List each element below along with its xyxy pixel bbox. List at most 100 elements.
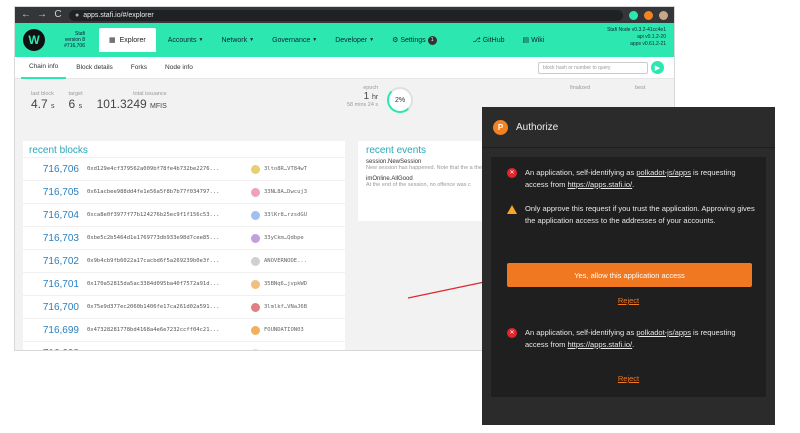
block-row[interactable]: 716,705 0x61acbee988dd4fe1e56a5f8b7b77f03… bbox=[23, 180, 345, 203]
menu-github[interactable]: ⎇ GitHub bbox=[467, 36, 511, 45]
profile-avatar[interactable] bbox=[659, 10, 668, 20]
block-author[interactable]: 3lmlkf…VNaJ6B bbox=[264, 304, 326, 310]
node-version-info: Stafi Node v0.3.2-41cc4e1 api v0.1.2-20 … bbox=[607, 27, 666, 48]
block-author[interactable]: 33NL8A…Dwcuj3 bbox=[264, 189, 326, 195]
target-unit: s bbox=[78, 103, 83, 110]
menu-wiki-label: Wiki bbox=[531, 36, 545, 44]
gear-icon: ⚙ bbox=[392, 37, 399, 44]
block-author[interactable]: FOUNDATION03 bbox=[264, 327, 326, 333]
last-block-value: 4.7 bbox=[31, 97, 48, 111]
recent-blocks-list: 716,706 0xd129e4cf379562a009bf78fe4b732be… bbox=[23, 157, 345, 351]
block-row[interactable]: 716,704 0xca8e0f3977f77b124276b25ec9f1f15… bbox=[23, 203, 345, 226]
warning-message: Only approve this request if you trust t… bbox=[491, 191, 766, 227]
apps-version: apps v0.61.2-21 bbox=[630, 41, 666, 47]
block-number[interactable]: 716,704 bbox=[29, 210, 79, 221]
block-number[interactable]: 716,706 bbox=[29, 164, 79, 175]
menu-developer[interactable]: Developer ▼ bbox=[329, 37, 380, 44]
block-author[interactable]: 33lKr8…rzsdGU bbox=[264, 212, 326, 218]
block-row[interactable]: 716,699 0x47328281778bd4168a4e6e7232ccff0… bbox=[23, 318, 345, 341]
author-identicon bbox=[251, 325, 260, 335]
block-number[interactable]: 716,699 bbox=[29, 325, 79, 336]
polkadot-extension-icon[interactable] bbox=[644, 10, 653, 20]
stafi-logo[interactable]: W bbox=[23, 29, 45, 51]
block-search-input[interactable]: block hash or number to query bbox=[538, 62, 648, 74]
menu-developer-label: Developer bbox=[335, 36, 368, 44]
reject-link[interactable]: Reject bbox=[491, 374, 766, 383]
dialog-header: P Authorize bbox=[482, 107, 775, 148]
request-prefix: An application, self-identifying as bbox=[525, 328, 637, 337]
block-number[interactable]: 716,703 bbox=[29, 233, 79, 244]
screenshot-stage: ← → C ● apps.stafi.io/#/explorer W Stafi… bbox=[0, 0, 800, 433]
menu-settings[interactable]: ⚙ Settings 1 bbox=[386, 35, 443, 45]
forward-icon[interactable]: → bbox=[37, 7, 47, 23]
extension-icon[interactable] bbox=[629, 10, 638, 20]
block-number[interactable]: 716,702 bbox=[29, 256, 79, 267]
block-hash: 0x9b4cb9fb6022a17cacbd6f5a269239b0e3f... bbox=[87, 258, 220, 264]
author-identicon bbox=[251, 348, 260, 350]
block-row[interactable]: 716,702 0x9b4cb9fb6022a17cacbd6f5a269239b… bbox=[23, 249, 345, 272]
reject-link[interactable]: Reject bbox=[491, 296, 766, 305]
block-author[interactable]: 3lto8R…VT84wT bbox=[264, 166, 326, 172]
error-icon: ✕ bbox=[507, 328, 517, 338]
request-url[interactable]: https://apps.stafi.io/ bbox=[568, 180, 633, 189]
epoch-stat: epoch 1 hr 58 mins 24 s bbox=[347, 85, 378, 108]
address-bar[interactable]: ● apps.stafi.io/#/explorer bbox=[69, 9, 623, 21]
recent-blocks-title: recent blocks bbox=[29, 145, 88, 156]
recent-blocks-card: recent blocks 716,706 0xd129e4cf379562a00… bbox=[23, 141, 345, 351]
chevron-down-icon: ▼ bbox=[198, 37, 204, 43]
block-number[interactable]: 716,698 bbox=[29, 348, 79, 351]
block-row[interactable]: 716,701 0x170a52815da5ac3384d095ba40f7572… bbox=[23, 272, 345, 295]
url-text: apps.stafi.io/#/explorer bbox=[83, 11, 154, 19]
dialog-title: Authorize bbox=[516, 121, 559, 133]
menu-wiki[interactable]: ▤ Wiki bbox=[517, 36, 551, 45]
search-go-button[interactable]: ▶ bbox=[651, 61, 664, 74]
tab-forks[interactable]: Forks bbox=[123, 57, 155, 79]
warning-text: Only approve this request if you trust t… bbox=[525, 204, 755, 225]
tab-explorer-label: Explorer bbox=[119, 36, 146, 44]
block-row[interactable]: 716,700 0x75e9d377ec2060b1406fe17ca261d02… bbox=[23, 295, 345, 318]
block-hash: 0xbe5c2b5464d1e1769773db933e98d7cee85... bbox=[87, 235, 220, 241]
allow-access-button[interactable]: Yes, allow this application access bbox=[507, 263, 752, 287]
best-stat: best bbox=[635, 85, 645, 91]
block-row[interactable]: 716,706 0xd129e4cf379562a009bf78fe4b732be… bbox=[23, 157, 345, 180]
request-message: ✕ An application, self-identifying as po… bbox=[491, 317, 766, 351]
back-icon[interactable]: ← bbox=[21, 7, 31, 23]
chevron-down-icon: ▼ bbox=[249, 37, 255, 43]
menu-accounts[interactable]: Accounts ▼ bbox=[162, 37, 210, 44]
reload-icon[interactable]: C bbox=[53, 7, 63, 23]
block-number[interactable]: 716,700 bbox=[29, 302, 79, 313]
epoch-value: 1 bbox=[363, 91, 370, 102]
chevron-down-icon: ▼ bbox=[312, 37, 318, 43]
request-suffix: . bbox=[632, 180, 635, 189]
author-identicon bbox=[251, 164, 260, 174]
app-header: W Stafi version 8 #716,706 ▦ Explorer Ac… bbox=[15, 23, 674, 57]
request-message: ✕ An application, self-identifying as po… bbox=[491, 157, 766, 191]
request-url[interactable]: https://apps.stafi.io/ bbox=[568, 340, 633, 349]
request-prefix: An application, self-identifying as bbox=[525, 168, 637, 177]
block-hash: 0x47328281778bd4168a4e6e7232ccff04c21... bbox=[87, 327, 220, 333]
tab-block-details[interactable]: Block details bbox=[68, 57, 121, 79]
menu-network[interactable]: Network ▼ bbox=[215, 37, 260, 44]
block-author[interactable]: ANOVERNODE... bbox=[264, 258, 326, 264]
block-author[interactable]: 33yCkm…Qdbpe bbox=[264, 235, 326, 241]
author-identicon bbox=[251, 302, 260, 312]
menu-accounts-label: Accounts bbox=[167, 36, 197, 44]
block-row[interactable]: 716,698 bbox=[23, 341, 345, 351]
epoch-progress-ring: 2% bbox=[387, 87, 413, 113]
lock-icon: ● bbox=[75, 11, 80, 19]
tab-explorer[interactable]: ▦ Explorer bbox=[99, 28, 156, 52]
finalized-label: finalized bbox=[570, 85, 591, 91]
block-number[interactable]: 716,705 bbox=[29, 187, 79, 198]
menu-governance[interactable]: Governance ▼ bbox=[266, 37, 323, 44]
epoch-remaining: 58 mins 24 s bbox=[347, 102, 379, 108]
tab-chain-info[interactable]: Chain info bbox=[21, 57, 67, 79]
api-version: api v0.1.2-20 bbox=[637, 34, 666, 40]
last-block-stat: last block 4.7 s bbox=[31, 91, 55, 111]
block-row[interactable]: 716,703 0xbe5c2b5464d1e1769773db933e98d7c… bbox=[23, 226, 345, 249]
tab-node-info[interactable]: Node info bbox=[157, 57, 201, 79]
issuance-stat: total issuance 101.3249 MFIS bbox=[97, 91, 167, 111]
block-number[interactable]: 716,701 bbox=[29, 279, 79, 290]
auth-request-1: ✕ An application, self-identifying as po… bbox=[491, 157, 766, 320]
menu-governance-label: Governance bbox=[272, 36, 311, 44]
block-author[interactable]: 35BNq6…jvpkWD bbox=[264, 281, 326, 287]
